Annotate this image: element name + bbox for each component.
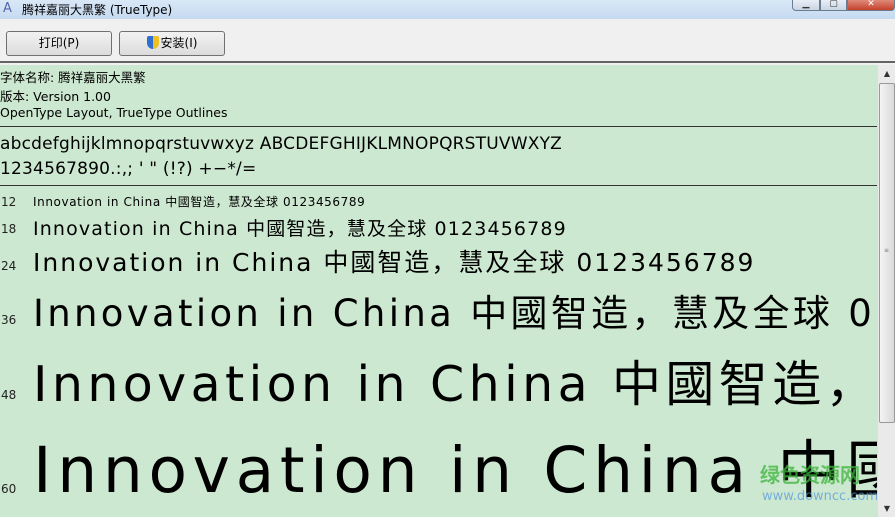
grip-icon: ≡ (884, 247, 890, 254)
charset-letters: abcdefghijklmnopqrstuvwxyz ABCDEFGHIJKLM… (0, 134, 563, 154)
sample-size: 12 (1, 195, 17, 209)
sample-text: Innovation in China 中國智造，慧及全球 0123456789 (33, 356, 877, 413)
sample-text: Innovation in China 中國智造，慧及全球 0123456789 (33, 218, 567, 240)
sample-text: Innovation in China 中國智造，慧及全球 0123456789 (33, 195, 366, 209)
print-button[interactable]: 打印(P) (6, 31, 112, 56)
sample-size: 18 (1, 222, 17, 236)
sample-size: 36 (1, 313, 17, 327)
vertical-scrollbar[interactable]: ▲ ≡ ▼ (877, 65, 895, 517)
scroll-down-arrow-icon[interactable]: ▼ (878, 500, 895, 517)
sample-size: 24 (1, 259, 17, 273)
window-title: 腾祥嘉丽大黑繁 (TrueType) (22, 3, 173, 17)
font-app-icon: A (3, 1, 12, 16)
divider (0, 185, 877, 186)
install-button[interactable]: 安装(I) (119, 31, 225, 56)
install-label: 安装(I) (160, 36, 198, 50)
watermark-url: www.downcc.com (762, 489, 879, 504)
font-outline-type: OpenType Layout, TrueType Outlines (0, 105, 228, 120)
toolbar: 打印(P) 安装(I) (0, 19, 895, 63)
scroll-up-arrow-icon[interactable]: ▲ (878, 65, 895, 82)
sample-text: Innovation in China 中國智造，慧及全球 0123456789 (33, 434, 877, 507)
uac-shield-icon (146, 36, 159, 49)
font-name: 字体名称: 腾祥嘉丽大黑繁 (0, 70, 146, 85)
font-version: 版本: Version 1.00 (0, 89, 111, 104)
close-button[interactable]: ✕ (847, 0, 895, 11)
minimize-button[interactable]: ▁ (792, 0, 820, 11)
sample-size: 60 (1, 482, 17, 496)
font-preview-area: 字体名称: 腾祥嘉丽大黑繁 版本: Version 1.00 OpenType … (0, 65, 877, 517)
charset-symbols: 1234567890.:,; ' " (!?) +−*/= (0, 159, 257, 179)
maximize-button[interactable]: ▢ (820, 0, 847, 11)
divider (0, 126, 877, 127)
sample-size: 48 (1, 388, 17, 402)
watermark: 绿色资源网 (760, 463, 860, 487)
sample-text: Innovation in China 中國智造，慧及全球 0123456789 (33, 248, 756, 277)
title-bar: A 腾祥嘉丽大黑繁 (TrueType) (0, 0, 895, 19)
sample-text: Innovation in China 中國智造，慧及全球 0123456789 (33, 292, 877, 335)
print-label: 打印(P) (38, 36, 80, 50)
scrollbar-thumb[interactable]: ≡ (879, 83, 895, 423)
